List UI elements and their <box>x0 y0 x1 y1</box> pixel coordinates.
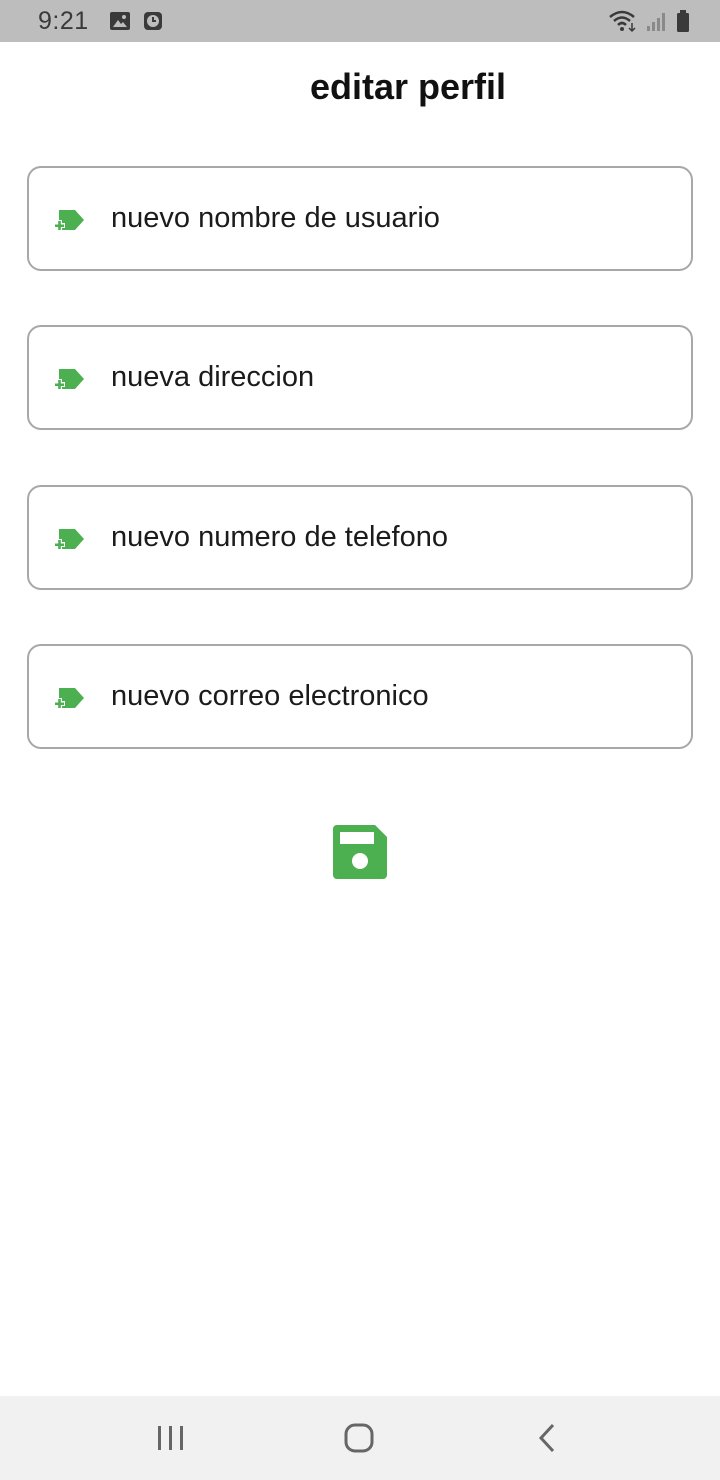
new-address-input[interactable] <box>111 327 681 428</box>
status-right-icons <box>608 9 690 33</box>
email-field-container <box>27 644 693 749</box>
home-icon <box>344 1423 374 1453</box>
image-icon <box>109 11 131 31</box>
tag-add-icon <box>51 525 87 555</box>
back-button[interactable] <box>522 1416 572 1460</box>
new-phone-input[interactable] <box>111 487 681 588</box>
new-username-input[interactable] <box>111 168 681 269</box>
page-title: editar perfil <box>309 66 507 107</box>
phone-field-container <box>27 485 693 590</box>
tag-add-icon <box>51 684 87 714</box>
recent-apps-icon <box>158 1426 183 1450</box>
status-time: 9:21 <box>38 6 89 35</box>
username-field-container <box>27 166 693 271</box>
floppy-disk-icon <box>333 825 387 879</box>
tag-add-icon <box>51 206 87 236</box>
save-button[interactable] <box>333 825 387 879</box>
new-email-input[interactable] <box>111 646 681 747</box>
wifi-icon <box>608 9 638 33</box>
clock-icon <box>143 11 163 31</box>
signal-icon <box>646 10 668 32</box>
system-nav-bar <box>0 1396 720 1480</box>
status-bar: 9:21 <box>0 0 720 42</box>
back-icon <box>538 1423 555 1453</box>
status-left-icons <box>109 11 163 31</box>
battery-icon <box>676 9 690 33</box>
tag-add-icon <box>51 365 87 395</box>
home-button[interactable] <box>334 1416 384 1460</box>
address-field-container <box>27 325 693 430</box>
recent-apps-button[interactable] <box>146 1416 196 1460</box>
